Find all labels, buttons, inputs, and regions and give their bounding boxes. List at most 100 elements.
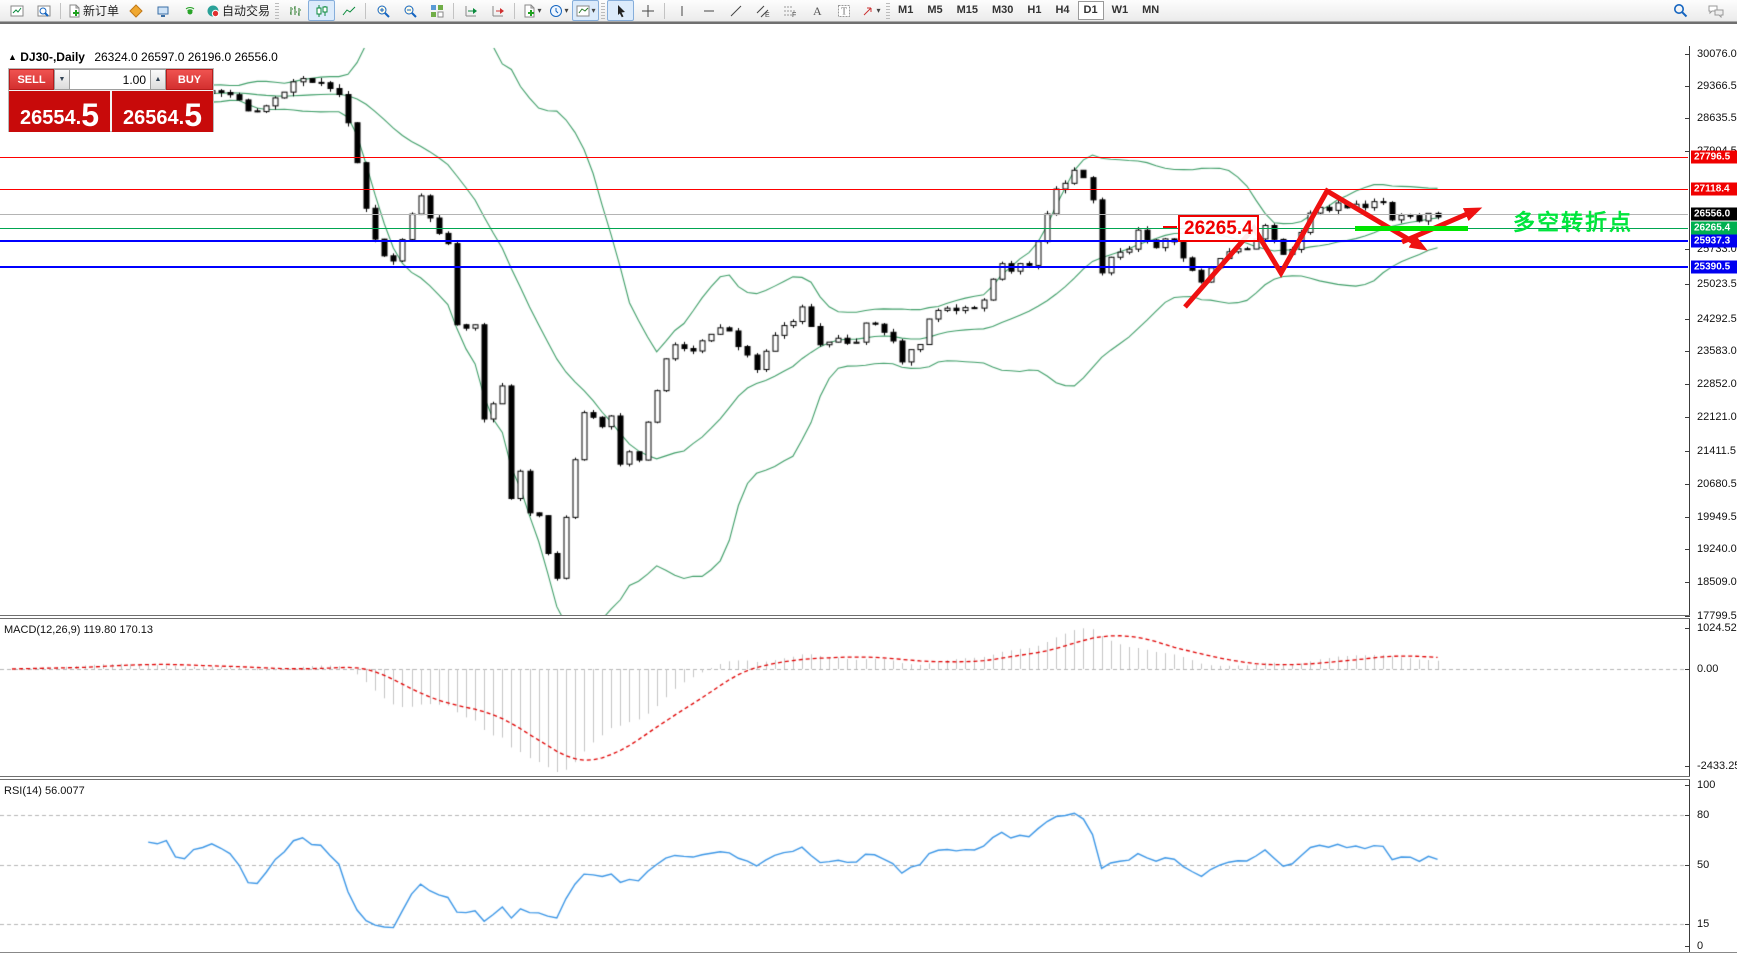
- candlestick-button[interactable]: [308, 0, 335, 21]
- timeframe-mn[interactable]: MN: [1136, 1, 1165, 20]
- new-chart-button[interactable]: [3, 0, 30, 21]
- horizontal-line-button[interactable]: [695, 0, 722, 21]
- price-axis-tick: [1685, 319, 1690, 320]
- templates-icon: [576, 4, 590, 18]
- metaeditor-button[interactable]: [122, 0, 149, 21]
- zoom-out-button[interactable]: [396, 0, 423, 21]
- price-axis-label: 19949.5: [1697, 511, 1737, 523]
- vertical-line-button[interactable]: [668, 0, 695, 21]
- price-chart-canvas[interactable]: [0, 46, 1690, 953]
- crosshair-button[interactable]: [634, 0, 661, 21]
- horizontal-level-line[interactable]: [0, 266, 1688, 268]
- trendline-icon: [729, 4, 743, 18]
- volume-down-button[interactable]: ▼: [54, 69, 70, 90]
- periods-button[interactable]: ▾: [545, 0, 572, 21]
- horizontal-level-line[interactable]: [0, 189, 1688, 190]
- candlestick-icon: [315, 4, 329, 18]
- price-axis-tick: [1685, 284, 1690, 285]
- price-level-tag: 25390.5: [1691, 261, 1737, 274]
- sell-price[interactable]: 26554.5: [9, 91, 110, 132]
- text-button[interactable]: A: [803, 0, 830, 21]
- metaeditor-icon: [129, 4, 143, 18]
- chart-shift-icon: [491, 4, 505, 18]
- bar-chart-button[interactable]: [281, 0, 308, 21]
- fibonacci-button[interactable]: F: [776, 0, 803, 21]
- chart-window[interactable]: 30076.029366.528635.527904.525733.025023…: [0, 22, 1737, 952]
- pane-separator[interactable]: [0, 615, 1690, 619]
- text-label-button[interactable]: T: [830, 0, 857, 21]
- timeframe-m30[interactable]: M30: [986, 1, 1019, 20]
- chevron-down-icon: ▾: [538, 7, 542, 15]
- price-level-tag: 26265.4: [1691, 222, 1737, 235]
- buy-price[interactable]: 26564.5: [112, 91, 213, 132]
- price-axis-tick: [1685, 384, 1690, 385]
- rsi-axis-tick: [1685, 815, 1690, 816]
- text-label-icon: T: [837, 4, 851, 18]
- auto-scroll-button[interactable]: [457, 0, 484, 21]
- price-level-annotation: 26265.4: [1178, 215, 1259, 242]
- autotrade-icon: [206, 4, 220, 18]
- search-button[interactable]: [1667, 0, 1694, 21]
- templates-button[interactable]: ▾: [572, 0, 599, 21]
- timeframe-d1[interactable]: D1: [1078, 1, 1104, 20]
- indicators-button[interactable]: ▾: [518, 0, 545, 21]
- price-axis-label: 29366.5: [1697, 80, 1737, 92]
- price-axis-tick: [1685, 118, 1690, 119]
- chevron-down-icon: ▾: [877, 7, 881, 15]
- buy-button[interactable]: BUY: [166, 69, 213, 90]
- price-axis-label: 20680.5: [1697, 478, 1737, 490]
- market-watch-icon: [37, 4, 51, 18]
- chart-shift-button[interactable]: [484, 0, 511, 21]
- cursor-button[interactable]: [607, 0, 634, 21]
- price-level-tag: 27796.5: [1691, 151, 1737, 164]
- equidistant-channel-button[interactable]: E: [749, 0, 776, 21]
- line-chart-button[interactable]: [335, 0, 362, 21]
- price-level-tag: 26556.0: [1691, 208, 1737, 221]
- volume-up-button[interactable]: ▲: [150, 69, 166, 90]
- price-axis-label: 19240.0: [1697, 543, 1737, 555]
- terminal-button[interactable]: [149, 0, 176, 21]
- pane-separator[interactable]: [0, 776, 1690, 780]
- horizontal-level-line[interactable]: [0, 214, 1688, 215]
- zoom-in-button[interactable]: [369, 0, 396, 21]
- price-axis-label: 22852.0: [1697, 378, 1737, 390]
- horizontal-level-line[interactable]: [0, 240, 1688, 242]
- price-axis-label: 23583.0: [1697, 345, 1737, 357]
- tile-windows-button[interactable]: [423, 0, 450, 21]
- timeframe-m5[interactable]: M5: [921, 1, 948, 20]
- timeframe-m1[interactable]: M1: [892, 1, 919, 20]
- chat-button[interactable]: [1702, 0, 1729, 21]
- autotrade-button[interactable]: 自动交易: [203, 0, 273, 21]
- macd-axis-tick: [1685, 766, 1690, 767]
- timeframe-m15[interactable]: M15: [951, 1, 984, 20]
- timeframe-w1[interactable]: W1: [1106, 1, 1135, 20]
- sell-button[interactable]: SELL: [9, 69, 54, 90]
- macd-axis-label: 0.00: [1697, 663, 1718, 675]
- trendline-button[interactable]: [722, 0, 749, 21]
- one-click-trading-panel: SELL ▼ ▲ BUY 26554.5 26564.5: [8, 68, 214, 132]
- svg-text:A: A: [813, 4, 822, 18]
- signals-button[interactable]: [176, 0, 203, 21]
- market-watch-button[interactable]: [30, 0, 57, 21]
- new-order-button[interactable]: 新订单: [64, 0, 122, 21]
- arrows-button[interactable]: ▾: [857, 0, 884, 21]
- timeframe-h4[interactable]: H4: [1049, 1, 1075, 20]
- volume-input[interactable]: [70, 69, 150, 90]
- price-axis-label: 25023.5: [1697, 278, 1737, 290]
- chevron-down-icon: ▾: [592, 7, 596, 15]
- trading-terminal: 新订单 自动交易 ▾ ▾ ▾ E F A T ▾: [0, 0, 1737, 953]
- horizontal-level-line[interactable]: [0, 157, 1688, 158]
- price-axis-tick: [1685, 616, 1690, 617]
- signals-icon: [183, 4, 197, 18]
- terminal-icon: [156, 4, 170, 18]
- price-axis-label: 24292.5: [1697, 313, 1737, 325]
- price-level-tag: 27118.4: [1691, 183, 1737, 196]
- svg-text:F: F: [792, 12, 796, 18]
- rsi-axis-label: 80: [1697, 809, 1709, 821]
- autotrade-label: 自动交易: [222, 2, 270, 19]
- price-tag-dash: [1163, 226, 1177, 228]
- timeframe-h1[interactable]: H1: [1021, 1, 1047, 20]
- price-axis-tick: [1685, 517, 1690, 518]
- chinese-annotation: 多空转折点: [1513, 205, 1633, 237]
- collapse-panel-icon[interactable]: ▲: [8, 52, 17, 62]
